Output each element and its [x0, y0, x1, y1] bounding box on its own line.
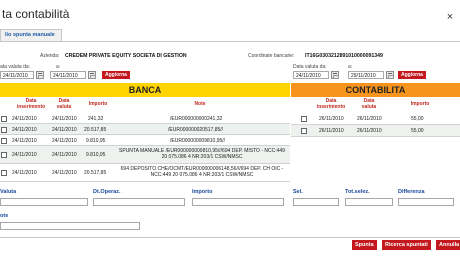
cont-date-to-label: a:	[348, 64, 353, 70]
calendar-icon[interactable]	[331, 71, 339, 79]
tot-selez-input[interactable]	[345, 198, 393, 206]
table-row[interactable]: 24/11/2010 24/11/2010 20.517,85 694 DEPO…	[0, 164, 290, 182]
banca-col-data-inserimento[interactable]: Data inserimento	[16, 98, 46, 110]
row-checkbox[interactable]	[1, 116, 7, 122]
tab-spunta-manuale[interactable]: lio spunta manuale	[0, 29, 62, 41]
sel-label: Sel.	[293, 189, 303, 195]
cell-importo: 55,00	[411, 116, 424, 122]
dt-operaz-label: Dt.Operaz.	[93, 189, 121, 195]
cont-date-from-input[interactable]: 24/11/2010	[293, 71, 329, 79]
row-checkbox[interactable]	[301, 128, 307, 134]
cell-importo: 9.810,95	[86, 138, 106, 144]
cell-importo: 241,32	[88, 116, 104, 122]
dt-operaz-input[interactable]	[93, 198, 185, 206]
cont-col-data-valuta[interactable]: Data valuta	[356, 98, 382, 110]
table-row[interactable]: 26/11/2010 26/11/2010 55,00	[291, 125, 460, 137]
coord-label: Coordinate bancarie:	[248, 53, 295, 59]
bottom-area	[0, 252, 460, 280]
cell-data-inserimento: 24/11/2010	[12, 116, 37, 122]
ricerca-spuntati-button[interactable]: Ricerca spuntati	[382, 240, 431, 250]
banca-col-data-valuta[interactable]: Data valuta	[52, 98, 76, 110]
cell-data-valuta: 24/11/2010	[52, 116, 77, 122]
cell-data-inserimento: 24/11/2010	[12, 127, 37, 133]
cont-date-to-input[interactable]: 29/11/2010	[348, 71, 384, 79]
banca-date-to-label: a:	[56, 64, 61, 70]
cell-data-inserimento: 26/11/2010	[319, 128, 344, 134]
banca-col-importo[interactable]: Importo	[82, 101, 114, 107]
cell-data-valuta: 26/11/2010	[357, 116, 382, 122]
spunta-button[interactable]: Spunta	[352, 240, 377, 250]
window-title: ta contabilità	[2, 7, 70, 21]
tot-selez-label: Tot.selez.	[345, 189, 370, 195]
banca-date-to-input[interactable]: 24/11/2010	[50, 71, 86, 79]
cell-data-inserimento: 24/11/2010	[12, 138, 37, 144]
differenza-label: Differenza	[398, 189, 425, 195]
banca-date-from-label: ata valuta da:	[0, 64, 31, 70]
table-row[interactable]: 24/11/2010 24/11/2010 20.517,85 /EUR0000…	[0, 124, 290, 135]
sel-input[interactable]	[293, 198, 339, 206]
cont-update-button[interactable]: Aggiorna	[398, 71, 426, 79]
window-titlebar: ta contabilità ×	[0, 0, 460, 26]
footer-divider	[0, 237, 460, 238]
calendar-icon[interactable]	[88, 71, 96, 79]
importo-input[interactable]	[192, 198, 284, 206]
importo-label: Importo	[192, 189, 213, 195]
cell-importo: 55,00	[411, 128, 424, 134]
cell-importo: 9.810,95	[86, 152, 106, 158]
calendar-icon[interactable]	[386, 71, 394, 79]
close-icon[interactable]: ×	[444, 11, 456, 23]
contabilita-section-title: CONTABILITA	[291, 83, 460, 97]
banca-update-button[interactable]: Aggiorna	[102, 71, 130, 79]
table-row[interactable]: 24/11/2010 24/11/2010 9.810,95 /EUR00000…	[0, 135, 290, 146]
row-checkbox[interactable]	[1, 127, 7, 133]
cell-note: 694 DEPOSITO CHE/OCMT/EUR000000006148,56…	[120, 166, 284, 178]
cell-data-inserimento: 24/11/2010	[12, 152, 37, 158]
calendar-icon[interactable]	[36, 71, 44, 79]
table-row[interactable]: 26/11/2010 26/11/2010 55,00	[291, 113, 460, 125]
cell-data-valuta: 24/11/2010	[52, 127, 77, 133]
cell-note: /EUR000000009810,95//	[170, 138, 226, 144]
cell-data-valuta: 24/11/2010	[52, 170, 77, 176]
valuta-input[interactable]	[0, 198, 88, 206]
banca-section-title: BANCA	[0, 83, 290, 97]
cell-importo: 20.517,85	[84, 127, 107, 133]
azienda-label: Azienda:	[40, 53, 60, 59]
banca-col-note[interactable]: Note	[180, 101, 220, 107]
cell-data-valuta: 24/11/2010	[52, 152, 77, 158]
tab-strip: lio spunta manuale	[0, 27, 460, 42]
note-input[interactable]	[0, 222, 140, 230]
cell-note: /EUR000000000241,32	[170, 116, 223, 122]
valuta-label: Valuta	[0, 189, 17, 195]
row-checkbox[interactable]	[1, 138, 7, 144]
note-label: ote	[0, 213, 9, 219]
differenza-input[interactable]	[398, 198, 454, 206]
cell-data-valuta: 24/11/2010	[52, 138, 77, 144]
azienda-value: CREDEM PRIVATE EQUITY SOCIETA DI GESTION	[65, 53, 187, 59]
row-checkbox[interactable]	[301, 116, 307, 122]
coord-value: IT16G0303212891010000091349	[305, 53, 383, 59]
cell-importo: 20.517,85	[84, 170, 107, 176]
cell-note: /EUR000000020517,85//	[168, 127, 224, 133]
row-checkbox[interactable]	[1, 170, 7, 176]
table-row[interactable]: 24/11/2010 24/11/2010 9.810,95 SPUNTA MA…	[0, 146, 290, 164]
cell-data-inserimento: 26/11/2010	[319, 116, 344, 122]
cell-data-valuta: 26/11/2010	[357, 128, 382, 134]
banca-date-from-input[interactable]: 24/11/2010	[0, 71, 34, 79]
cell-note: SPUNTA MANUALE /EUR000000009810,95///694…	[119, 148, 285, 160]
annulla-button[interactable]: Annulla	[436, 240, 460, 250]
cont-col-data-inserimento[interactable]: Data inserimento	[316, 98, 346, 110]
cell-data-inserimento: 24/11/2010	[12, 170, 37, 176]
row-checkbox[interactable]	[1, 152, 7, 158]
cont-col-importo[interactable]: Importo	[404, 101, 436, 107]
cont-date-from-label: Data valuta da:	[293, 64, 327, 70]
table-row[interactable]: 24/11/2010 24/11/2010 241,32 /EUR0000000…	[0, 113, 290, 124]
